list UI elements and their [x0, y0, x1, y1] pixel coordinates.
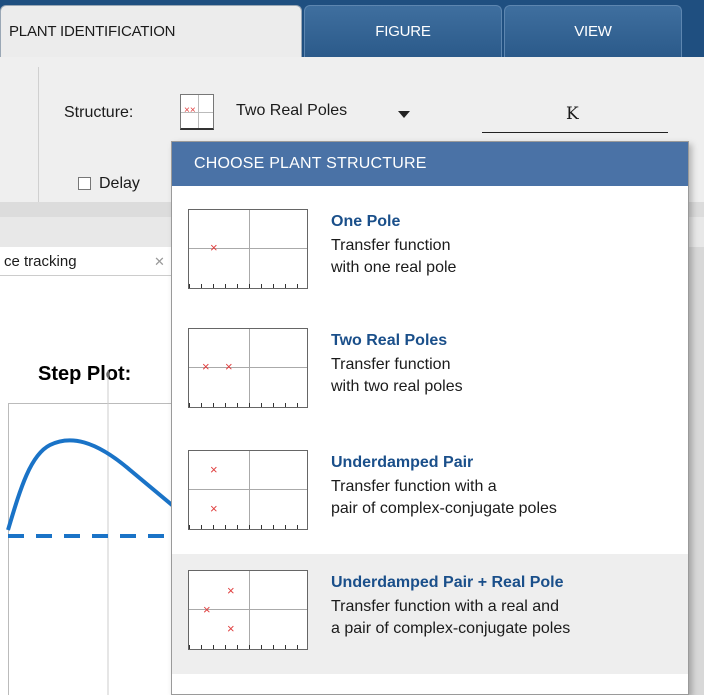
option-title: Underdamped Pair: [331, 454, 474, 471]
plant-structure-dropdown: CHOOSE PLANT STRUCTURE × One Pole Transf…: [171, 141, 689, 695]
option-underdamped-pair[interactable]: × × Underdamped Pair Transfer function w…: [172, 434, 688, 554]
tab-view[interactable]: VIEW: [504, 5, 682, 57]
option-title: Underdamped Pair + Real Pole: [331, 574, 564, 591]
delay-checkbox[interactable]: [78, 177, 91, 190]
x-mark-icon: ×: [227, 621, 235, 636]
ribbon-tab-strip: PLANT IDENTIFICATION FIGURE VIEW: [0, 0, 704, 57]
x-mark-icon: ×: [210, 462, 218, 477]
option-title: One Pole: [331, 213, 401, 230]
step-plot-canvas: [6, 370, 180, 695]
option-description-line1: Transfer function: [331, 237, 451, 254]
structure-dropdown[interactable]: Two Real Poles: [236, 102, 347, 120]
option-description-line1: Transfer function with a real and: [331, 598, 559, 615]
x-mark-icon: ×: [227, 583, 235, 598]
x-mark-icon: ××: [184, 105, 196, 116]
pole-zero-thumbnail: × ×: [188, 328, 308, 408]
tab-plant-identification[interactable]: PLANT IDENTIFICATION: [0, 5, 302, 57]
dropdown-header: CHOOSE PLANT STRUCTURE: [172, 142, 688, 186]
option-title: Two Real Poles: [331, 332, 448, 349]
document-tab[interactable]: ce tracking: [0, 247, 175, 275]
option-description-line2: with one real pole: [331, 259, 457, 276]
tab-figure[interactable]: FIGURE: [304, 5, 502, 57]
transfer-function-fraction-bar: [482, 132, 668, 133]
option-description-line2: a pair of complex-conjugate poles: [331, 620, 571, 637]
pole-zero-thumbnail: × ×: [188, 450, 308, 530]
option-description-line2: pair of complex-conjugate poles: [331, 500, 557, 517]
option-description-line1: Transfer function with a: [331, 478, 497, 495]
chevron-down-icon[interactable]: [398, 111, 410, 118]
option-two-real-poles[interactable]: × × Two Real Poles Transfer function wit…: [172, 314, 688, 434]
x-mark-icon: ×: [210, 501, 218, 516]
option-one-pole[interactable]: × One Pole Transfer function with one re…: [172, 194, 688, 314]
vertical-scrollbar[interactable]: [688, 247, 704, 695]
toolstrip-divider: [38, 67, 39, 207]
step-response-curve: [6, 438, 180, 531]
option-description-line1: Transfer function: [331, 356, 451, 373]
structure-thumbnail[interactable]: ××: [180, 94, 214, 130]
option-description-line2: with two real poles: [331, 378, 463, 395]
close-icon[interactable]: ✕: [154, 254, 165, 270]
x-mark-icon: ×: [210, 240, 218, 255]
delay-label: Delay: [99, 175, 140, 192]
structure-label: Structure:: [64, 104, 134, 121]
pole-zero-thumbnail: ×: [188, 209, 308, 289]
transfer-function-numerator: K: [566, 104, 579, 124]
pole-zero-thumbnail: × × ×: [188, 570, 308, 650]
x-mark-icon: ×: [202, 359, 210, 374]
document-tab-divider: [0, 275, 175, 276]
x-mark-icon: ×: [225, 359, 233, 374]
option-underdamped-pair-real-pole[interactable]: × × × Underdamped Pair + Real Pole Trans…: [172, 554, 688, 674]
x-mark-icon: ×: [203, 602, 211, 617]
